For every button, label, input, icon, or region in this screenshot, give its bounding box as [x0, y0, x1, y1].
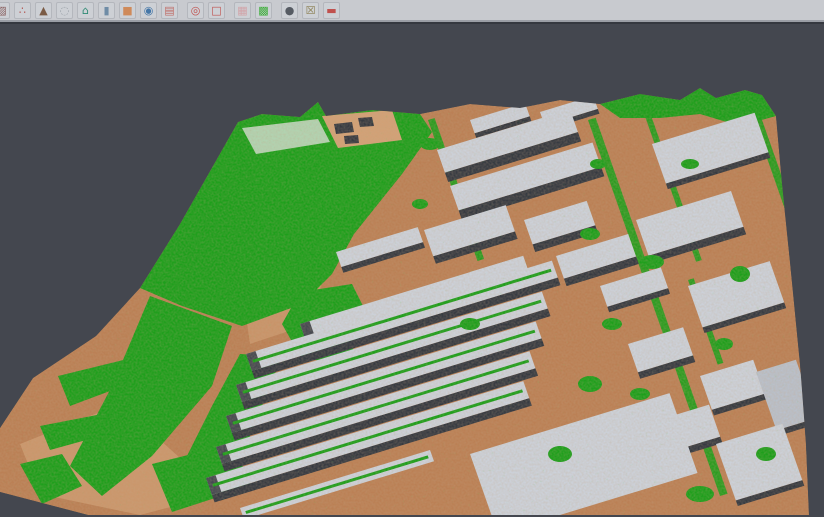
point-cloud-icon[interactable]: ∴: [14, 2, 31, 19]
texture-noise-overlay: [0, 24, 824, 515]
building-extract-icon[interactable]: ⌂: [77, 2, 94, 19]
selection-box-icon-glyph: □: [211, 5, 221, 16]
clear-selection-icon-glyph: ☒: [306, 5, 316, 16]
profile-icon[interactable]: ▮: [98, 2, 115, 19]
sphere-icon[interactable]: ●: [281, 2, 298, 19]
contour-icon-glyph: ◌: [60, 5, 70, 16]
orthophoto-icon[interactable]: ■: [119, 2, 136, 19]
sphere-icon-glyph: ●: [285, 5, 295, 16]
main-toolbar: ▨ ∴ ▲ ◌ ⌂ ▮ ■ ◉ ▤ ◎ □ ▦ ▩ ● ☒ ▬: [0, 0, 824, 22]
classified-mesh: [0, 24, 824, 515]
point-cloud-icon-glyph: ∴: [19, 5, 26, 16]
application-window: { "window": { "viewport_background": "#4…: [0, 0, 824, 517]
grid-icon-glyph: ▦: [237, 5, 247, 16]
globe-icon[interactable]: ◉: [140, 2, 157, 19]
globe-icon-glyph: ◉: [144, 5, 154, 16]
profile-icon-glyph: ▮: [103, 5, 109, 16]
grid-icon[interactable]: ▦: [234, 2, 251, 19]
classification-map-icon-glyph: ▩: [258, 5, 268, 16]
dataset-icon-glyph: ▨: [0, 5, 7, 16]
terrain-icon[interactable]: ▲: [35, 2, 52, 19]
contour-icon[interactable]: ◌: [56, 2, 73, 19]
dataset-icon[interactable]: ▨: [0, 2, 10, 19]
target-icon-glyph: ◎: [191, 5, 201, 16]
viewport-3d[interactable]: [0, 24, 824, 515]
classification-map-icon[interactable]: ▩: [255, 2, 272, 19]
selection-box-icon[interactable]: □: [208, 2, 225, 19]
flag-icon-glyph: ▬: [326, 5, 336, 16]
layer-stack-icon[interactable]: ▤: [161, 2, 178, 19]
flag-icon[interactable]: ▬: [323, 2, 340, 19]
building-extract-icon-glyph: ⌂: [82, 5, 89, 16]
clear-selection-icon[interactable]: ☒: [302, 2, 319, 19]
terrain-icon-glyph: ▲: [39, 5, 47, 16]
target-icon[interactable]: ◎: [187, 2, 204, 19]
layer-stack-icon-glyph: ▤: [164, 5, 174, 16]
orthophoto-icon-glyph: ■: [122, 5, 132, 16]
